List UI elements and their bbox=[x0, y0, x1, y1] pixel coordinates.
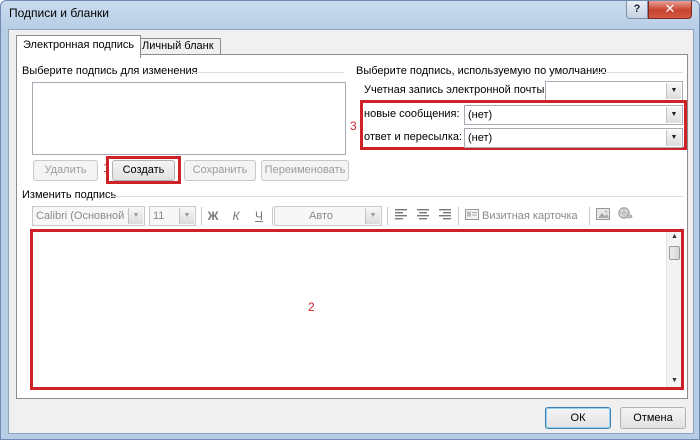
rename-button[interactable]: Переименовать bbox=[261, 160, 349, 181]
italic-button[interactable]: К bbox=[227, 206, 245, 226]
tab-panel: Выберите подпись для изменения Удалить 1… bbox=[16, 54, 688, 399]
reply-forward-label: ответ и пересылка: bbox=[364, 131, 463, 143]
toolbar-separator bbox=[458, 207, 459, 225]
highlight-editor bbox=[30, 229, 684, 390]
new-messages-value: (нет) bbox=[468, 109, 493, 121]
help-button[interactable]: ? bbox=[626, 1, 648, 19]
delete-button[interactable]: Удалить bbox=[33, 160, 98, 181]
divider bbox=[595, 72, 683, 73]
default-signature-heading: Выберите подпись, используемую по умолча… bbox=[356, 65, 607, 77]
dialog-client: Электронная подпись Личный бланк Выберит… bbox=[8, 29, 694, 434]
tab-personal-stationery[interactable]: Личный бланк bbox=[135, 38, 221, 54]
business-card-label: Визитная карточка bbox=[482, 210, 578, 222]
window-title: Подписи и бланки bbox=[9, 6, 109, 20]
chevron-down-icon[interactable]: ▼ bbox=[128, 208, 143, 224]
edit-signature-heading: Изменить подпись bbox=[22, 189, 117, 201]
new-messages-select[interactable]: (нет) ▼ bbox=[464, 105, 683, 125]
highlight-create bbox=[106, 156, 181, 184]
ok-button[interactable]: ОК bbox=[545, 407, 611, 429]
font-name-select[interactable]: Calibri (Основной тек ▼ bbox=[32, 206, 145, 226]
signature-list[interactable] bbox=[32, 82, 346, 155]
save-button[interactable]: Сохранить bbox=[184, 160, 256, 181]
annotation-3: 3 bbox=[350, 119, 357, 133]
chevron-down-icon[interactable]: ▼ bbox=[365, 208, 380, 224]
toolbar-separator bbox=[201, 207, 202, 225]
font-size-value: 11 bbox=[153, 210, 165, 222]
business-card-icon bbox=[465, 209, 479, 220]
chevron-down-icon[interactable]: ▼ bbox=[666, 83, 681, 99]
toolbar-separator bbox=[272, 207, 273, 225]
align-center-icon[interactable] bbox=[414, 206, 432, 226]
chevron-down-icon[interactable]: ▼ bbox=[666, 130, 681, 146]
tab-email-signature[interactable]: Электронная подпись bbox=[16, 35, 142, 58]
close-button[interactable]: ✕ bbox=[648, 1, 692, 19]
email-account-select[interactable]: ▼ bbox=[545, 81, 683, 101]
font-color-value: Авто bbox=[309, 210, 333, 222]
reply-forward-select[interactable]: (нет) ▼ bbox=[464, 128, 683, 148]
toolbar-separator bbox=[387, 207, 388, 225]
divider bbox=[191, 72, 344, 73]
cancel-button[interactable]: Отмена bbox=[620, 407, 686, 429]
email-account-label: Учетная запись электронной почты: bbox=[364, 84, 548, 96]
insert-picture-icon[interactable] bbox=[594, 206, 612, 226]
align-right-icon[interactable] bbox=[436, 206, 454, 226]
signatures-dialog: Подписи и бланки ? ✕ Электронная подпись… bbox=[0, 0, 700, 440]
divider bbox=[111, 196, 683, 197]
title-bar[interactable]: Подписи и бланки ? ✕ bbox=[1, 1, 699, 23]
annotation-2: 2 bbox=[308, 300, 315, 314]
font-size-select[interactable]: 11 ▼ bbox=[149, 206, 196, 226]
business-card-button[interactable]: Визитная карточка bbox=[465, 206, 585, 226]
chevron-down-icon[interactable]: ▼ bbox=[666, 107, 681, 123]
bold-button[interactable]: Ж bbox=[204, 206, 222, 226]
reply-forward-value: (нет) bbox=[468, 132, 493, 144]
font-color-select[interactable]: Авто ▼ bbox=[274, 206, 382, 226]
select-signature-heading: Выберите подпись для изменения bbox=[22, 65, 198, 77]
underline-button[interactable]: Ч bbox=[250, 206, 268, 226]
hyperlink-icon[interactable] bbox=[616, 206, 634, 226]
chevron-down-icon[interactable]: ▼ bbox=[179, 208, 194, 224]
align-left-icon[interactable] bbox=[392, 206, 410, 226]
new-messages-label: новые сообщения: bbox=[364, 108, 460, 120]
toolbar-separator bbox=[589, 207, 590, 225]
